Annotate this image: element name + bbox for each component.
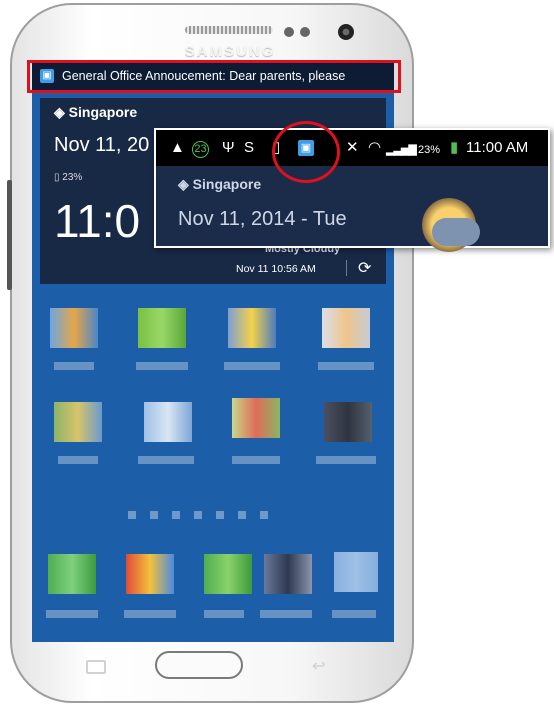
page-indicator [194, 511, 202, 519]
app-icon[interactable] [144, 402, 192, 442]
app-label [232, 456, 280, 464]
location-icon: ◈ [178, 176, 189, 192]
widget-battery: ▯ 23% [54, 172, 82, 183]
page-indicator [150, 511, 158, 519]
app-icon[interactable] [50, 308, 98, 348]
usb-icon: Ψ [222, 139, 235, 156]
home-button[interactable] [155, 651, 243, 679]
volume-button[interactable] [7, 180, 12, 290]
camera-app-icon[interactable] [264, 554, 312, 594]
app-icon[interactable] [228, 308, 276, 348]
earpiece-speaker [185, 26, 273, 34]
messages-app-icon[interactable] [204, 554, 252, 594]
upload-icon: ▲ [170, 139, 185, 156]
app-label [204, 610, 244, 618]
app-label [58, 456, 98, 464]
status-bar: ▲ 23 Ψ S ▯ ▣ ✕ ◠ ▂▃▅▇ 23% ▮ 11:00 AM [156, 130, 548, 166]
back-key-icon[interactable]: ↩ [312, 656, 325, 676]
wifi-icon: ◠ [368, 139, 382, 156]
brand-logo: SAMSUNG [184, 43, 276, 60]
notification-highlight-box [27, 60, 401, 93]
page-indicator [128, 511, 136, 519]
sync-icon: S [244, 139, 255, 156]
weather-cloud-icon [432, 218, 480, 246]
light-sensor [300, 27, 310, 37]
widget-battery-value: 23% [62, 172, 83, 183]
app-icon[interactable] [232, 398, 280, 438]
app-label [124, 610, 176, 618]
last-updated: Nov 11 10:56 AM [236, 263, 316, 275]
app-label [136, 362, 188, 370]
widget-time: 11:0 [54, 195, 141, 247]
app-icon[interactable] [138, 308, 186, 348]
app-label [318, 362, 374, 370]
zoom-city: ◈ Singapore [178, 176, 261, 193]
app-label [138, 456, 194, 464]
location-icon: ◈ [54, 104, 65, 120]
zoom-date: Nov 11, 2014 - Tue [178, 208, 347, 230]
count-badge-icon: 23 [192, 141, 209, 158]
app-label [46, 610, 98, 618]
battery-icon: ▮ [450, 139, 459, 156]
divider [346, 260, 347, 276]
app-label [260, 610, 312, 618]
notification-icon-highlight-circle [272, 121, 340, 183]
mute-icon: ✕ [346, 139, 359, 156]
status-bar-zoom-inset: ▲ 23 Ψ S ▯ ▣ ✕ ◠ ▂▃▅▇ 23% ▮ 11:00 AM ◈ S… [154, 128, 550, 252]
app-label [54, 362, 94, 370]
app-label [332, 610, 376, 618]
battery-icon: ▯ [54, 172, 60, 183]
widget-city: ◈ Singapore [54, 104, 137, 121]
signal-icon: ▂▃▅▇ [386, 144, 417, 156]
page-indicator [260, 511, 268, 519]
apps-drawer-icon[interactable] [334, 552, 378, 592]
widget-date: Nov 11, 20 [54, 134, 150, 156]
menu-key-icon[interactable] [86, 660, 106, 674]
proximity-sensor [284, 27, 294, 37]
browser-app-icon[interactable] [126, 554, 174, 594]
page-indicator [216, 511, 224, 519]
battery-percent: 23% [418, 144, 441, 156]
app-label [316, 456, 376, 464]
refresh-icon[interactable]: ⟳ [358, 258, 371, 278]
clock-time: 11:00 AM [466, 139, 529, 156]
page-indicator [172, 511, 180, 519]
app-label [224, 362, 280, 370]
zoom-city-label: Singapore [192, 176, 262, 192]
app-icon[interactable] [54, 402, 102, 442]
page-indicator [238, 511, 246, 519]
phone-app-icon[interactable] [48, 554, 96, 594]
front-camera [338, 24, 354, 40]
widget-city-label: Singapore [68, 104, 138, 120]
app-icon[interactable] [324, 402, 372, 442]
app-icon[interactable] [322, 308, 370, 348]
